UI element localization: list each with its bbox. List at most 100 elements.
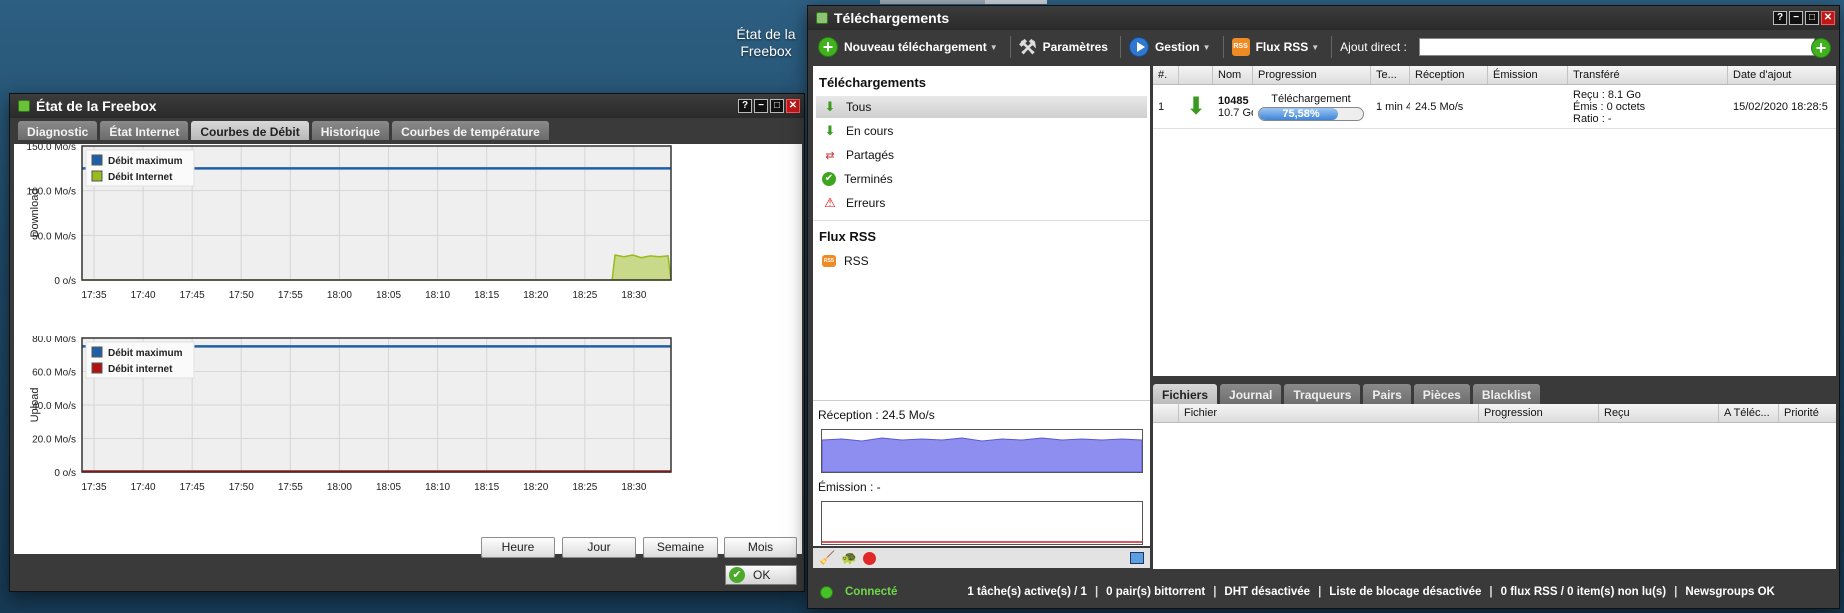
x-tick-label: 17:40: [131, 290, 156, 301]
tab-peers[interactable]: Pairs: [1363, 384, 1411, 406]
sidebar-item-errors[interactable]: ⚠ Erreurs: [816, 192, 1147, 214]
help-button[interactable]: ?: [738, 99, 752, 113]
legend-swatch: [91, 170, 103, 182]
col-reception[interactable]: Réception: [1410, 66, 1488, 84]
download-all-icon: ⬇: [824, 99, 836, 114]
window-titlebar[interactable]: Téléchargements ? − □ ✕: [808, 6, 1839, 30]
turtle-icon[interactable]: 🐢: [841, 550, 857, 566]
list-header: #. Nom Progression Te... Réception Émiss…: [1153, 66, 1836, 85]
downloads-list: #. Nom Progression Te... Réception Émiss…: [1153, 66, 1836, 376]
files-header: Fichier Progression Reçu A Téléc... Prio…: [1153, 404, 1836, 423]
blocklist-status: Liste de blocage désactivée: [1329, 586, 1482, 598]
col-name[interactable]: Nom: [1213, 66, 1253, 84]
add-direct-button[interactable]: +: [1811, 38, 1831, 58]
calendar-icon[interactable]: [1130, 552, 1144, 564]
y-tick-label: 20.0 Mo/s: [32, 435, 76, 446]
tab-pieces[interactable]: Pièces: [1413, 384, 1470, 406]
tab-historique[interactable]: Historique: [311, 121, 390, 140]
chevron-down-icon: ▼: [1202, 42, 1211, 52]
col-number[interactable]: #.: [1153, 66, 1179, 84]
files-col-to-download[interactable]: A Téléc...: [1719, 404, 1779, 422]
close-button[interactable]: ✕: [1821, 11, 1835, 25]
sidebar-item-finished[interactable]: ✔ Terminés: [816, 168, 1147, 190]
col-date-added[interactable]: Date d'ajout: [1728, 66, 1836, 84]
row-reception: 24.5 Mo/s: [1415, 100, 1464, 113]
x-tick-label: 18:20: [523, 290, 548, 301]
x-tick-label: 18:25: [572, 482, 597, 493]
range-week-button[interactable]: Semaine: [643, 537, 718, 558]
col-icon[interactable]: [1179, 66, 1213, 84]
x-tick-label: 18:05: [376, 290, 401, 301]
upload-chart: 80.0 Mo/s 60.0 Mo/s 40.0 Mo/s 20.0 Mo/s 0 o/…: [14, 336, 802, 526]
tab-journal[interactable]: Journal: [1220, 384, 1282, 406]
direct-add-input[interactable]: [1418, 38, 1815, 56]
rss-button[interactable]: RSS Flux RSS ▼: [1231, 38, 1319, 56]
tab-courbes-temperature[interactable]: Courbes de température: [392, 121, 549, 140]
maximize-button[interactable]: □: [1805, 11, 1819, 25]
check-icon: ✔: [822, 172, 836, 186]
range-day-button[interactable]: Jour: [562, 537, 636, 558]
row-ratio: Ratio : -: [1573, 112, 1612, 125]
range-month-button[interactable]: Mois: [724, 537, 797, 558]
col-emission[interactable]: Émission: [1488, 66, 1568, 84]
rss-icon: RSS: [822, 255, 836, 267]
sidebar-item-label: Tous: [846, 100, 872, 114]
row-size: 10.7 Go: [1218, 106, 1253, 119]
window-titlebar[interactable]: État de la Freebox ? − □ ✕: [10, 94, 804, 118]
tab-files[interactable]: Fichiers: [1153, 384, 1218, 406]
maximize-button[interactable]: □: [770, 99, 784, 113]
range-hour-button[interactable]: Heure: [481, 537, 555, 558]
x-tick-label: 17:35: [81, 290, 106, 301]
chart-legend: Débit maximum Débit Internet: [85, 149, 195, 187]
sidebar-item-label: Partagés: [846, 148, 895, 162]
table-row[interactable]: 1 ⬇ 10485 10.7 Go Téléchargement 75,58% …: [1153, 85, 1836, 129]
close-button[interactable]: ✕: [786, 99, 800, 113]
manage-button[interactable]: Gestion ▼: [1128, 37, 1211, 57]
minimize-button[interactable]: −: [1789, 11, 1803, 25]
new-download-button[interactable]: + Nouveau téléchargement ▼: [818, 37, 998, 57]
files-col-select[interactable]: [1153, 404, 1179, 422]
minimize-button[interactable]: −: [754, 99, 768, 113]
sidebar-item-rss[interactable]: RSS RSS: [816, 250, 1147, 272]
sidebar-item-shared[interactable]: ⇄ Partagés: [816, 144, 1147, 166]
warning-icon: ⚠: [824, 195, 836, 210]
cleanup-icon[interactable]: 🧹: [819, 550, 835, 566]
ok-label: OK: [753, 568, 771, 582]
files-col-received[interactable]: Reçu: [1599, 404, 1719, 422]
legend-label: Débit maximum: [108, 348, 183, 359]
x-tick-label: 18:05: [376, 482, 401, 493]
desktop-icon-label-line-2: Freebox: [740, 43, 792, 59]
download-chart: 150.0 Mo/s 100.0 Mo/s 50.0 Mo/s 0 o/s 17:35 1…: [14, 144, 802, 334]
tab-courbes-debit[interactable]: Courbes de Débit: [191, 121, 309, 140]
files-col-progress[interactable]: Progression: [1479, 404, 1599, 422]
col-progress[interactable]: Progression: [1253, 66, 1371, 84]
sidebar-item-all[interactable]: ⬇ Tous: [816, 96, 1147, 118]
tab-blacklist[interactable]: Blacklist: [1472, 384, 1541, 406]
taskbar-strip-active: [985, 0, 1047, 4]
status-tabs: Diagnostic État Internet Courbes de Débi…: [10, 118, 804, 140]
col-time[interactable]: Te...: [1371, 66, 1410, 84]
reception-area: [822, 437, 1142, 472]
tab-trackers[interactable]: Traqueurs: [1284, 384, 1361, 406]
rss-header: Flux RSS: [819, 229, 877, 244]
col-transferred[interactable]: Transféré: [1568, 66, 1728, 84]
settings-button[interactable]: ⚒ Paramètres: [1019, 35, 1108, 60]
window-title: Téléchargements: [834, 10, 950, 26]
download-arrow-icon: ⬇: [1185, 93, 1207, 120]
tab-etat-internet[interactable]: État Internet: [100, 121, 189, 140]
desktop-icon-freebox-state[interactable]: État de la Freebox: [720, 26, 812, 60]
sidebar-item-in-progress[interactable]: ⬇ En cours: [816, 120, 1147, 142]
ok-button[interactable]: ✔ OK: [725, 565, 797, 585]
desktop-icon-label-line-1: État de la: [736, 26, 796, 42]
files-col-file[interactable]: Fichier: [1179, 404, 1479, 422]
y-tick-label: 150.0 Mo/s: [27, 144, 76, 153]
stop-icon[interactable]: [863, 551, 877, 565]
files-col-priority[interactable]: Priorité: [1779, 404, 1836, 422]
play-icon: [1128, 37, 1149, 57]
help-button[interactable]: ?: [1773, 11, 1787, 25]
window-title: État de la Freebox: [36, 98, 157, 114]
x-tick-label: 18:15: [474, 482, 499, 493]
legend-label: Débit maximum: [108, 156, 183, 167]
row-status: Téléchargement: [1271, 92, 1351, 105]
tab-diagnostic[interactable]: Diagnostic: [18, 121, 98, 140]
